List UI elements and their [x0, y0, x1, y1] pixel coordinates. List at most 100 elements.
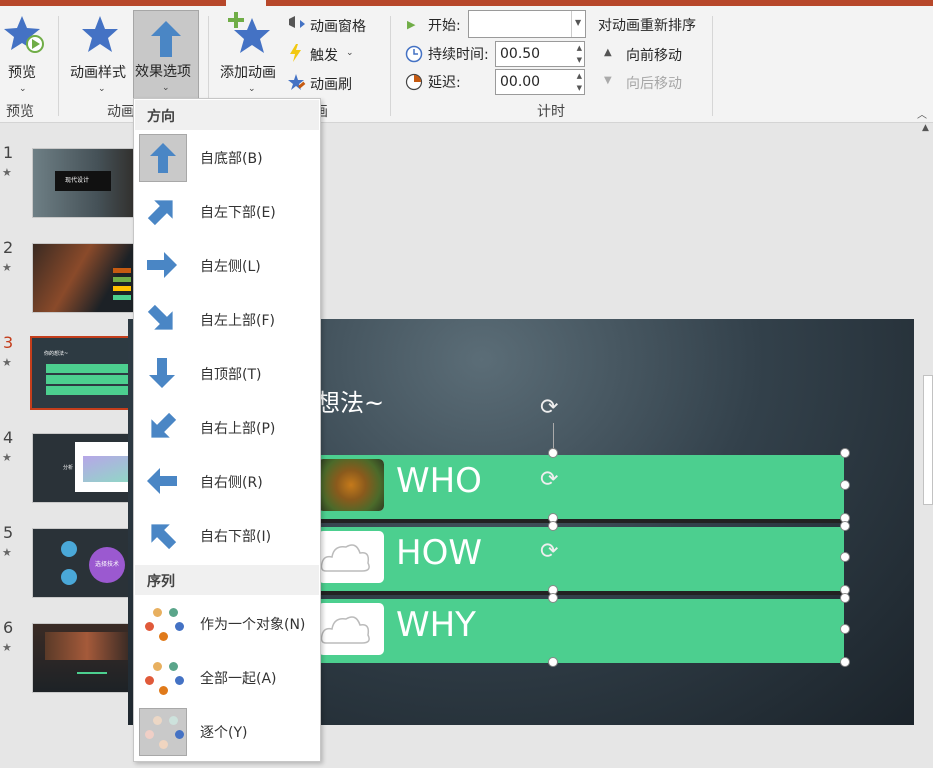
star-icon	[82, 16, 118, 52]
selection-handle[interactable]	[840, 480, 850, 490]
menu-item-from-top-right[interactable]: 自右上部(P)	[135, 401, 319, 455]
duration-spinner[interactable]: 00.50 ▲ ▼	[495, 41, 585, 67]
vertical-scrollbar[interactable]: ▲	[920, 123, 933, 768]
move-later-button[interactable]: ▼ 向后移动	[604, 72, 704, 94]
preview-button[interactable]: 预览 ⌄	[2, 12, 46, 94]
menu-item-one-by-one[interactable]: 逐个(Y)	[135, 705, 319, 759]
animation-star-icon: ★	[2, 166, 12, 179]
effect-options-button[interactable]: 效果选项 ⌄	[133, 10, 199, 100]
row-label: HOW	[396, 533, 482, 573]
spin-up-icon[interactable]: ▲	[577, 44, 582, 52]
chevron-down-icon: ⌄	[98, 84, 106, 94]
rotate-handle-icon[interactable]: ⟳	[540, 539, 558, 564]
reorder-title: 对动画重新排序	[598, 18, 696, 34]
dots-as-one-icon	[139, 600, 187, 648]
selection-handle[interactable]	[548, 521, 558, 531]
delay-spinner[interactable]: 00.00 ▲ ▼	[495, 69, 585, 95]
cloud-icon	[318, 603, 384, 655]
animation-pane-button[interactable]: 动画窗格	[286, 14, 384, 36]
scrollbar-thumb[interactable]	[923, 375, 933, 505]
menu-item-from-top-left[interactable]: 自左上部(F)	[135, 293, 319, 347]
slide-thumbnail-3[interactable]: 你的想法~	[30, 336, 142, 410]
menu-item-label: 自右侧(R)	[200, 475, 263, 491]
menu-item-label: 自右上部(P)	[200, 421, 276, 437]
selection-handle[interactable]	[840, 624, 850, 634]
row-label: WHO	[396, 461, 482, 501]
slide-number: 2	[3, 238, 14, 257]
arrow-down-right-icon	[139, 296, 187, 344]
selection-handle[interactable]	[548, 593, 558, 603]
duration-label: 持续时间:	[428, 47, 489, 63]
animation-painter-button[interactable]: 动画刷	[286, 72, 366, 94]
move-later-label: 向后移动	[626, 76, 682, 92]
start-label: 开始:	[428, 18, 461, 34]
selection-handle[interactable]	[548, 448, 558, 458]
row-who[interactable]: WHO	[314, 455, 844, 519]
menu-item-as-one-object[interactable]: 作为一个对象(N)	[135, 597, 319, 651]
animation-star-icon: ★	[2, 356, 12, 369]
star-play-icon	[4, 16, 44, 53]
collapse-ribbon-icon[interactable]: ︿	[917, 106, 927, 121]
dropdown-arrow-icon[interactable]: ▼	[571, 11, 586, 37]
spin-down-icon[interactable]: ▼	[577, 56, 582, 64]
menu-item-label: 自顶部(T)	[200, 367, 262, 383]
trigger-button[interactable]: 触发 ⌄	[286, 43, 366, 65]
animation-star-icon: ★	[2, 451, 12, 464]
selection-handle[interactable]	[840, 593, 850, 603]
add-animation-label: 添加动画	[220, 65, 276, 81]
start-select[interactable]: ▼	[468, 10, 586, 38]
animation-star-icon: ★	[2, 641, 12, 654]
slide-thumbnail-6[interactable]	[32, 623, 142, 693]
add-animation-button[interactable]: 添加动画 ⌄	[218, 12, 284, 98]
rotate-handle-icon[interactable]: ⟳	[540, 395, 558, 420]
move-earlier-button[interactable]: ▲ 向前移动	[604, 44, 704, 66]
cloud-icon	[318, 531, 384, 583]
rotate-handle-icon[interactable]: ⟳	[540, 467, 558, 492]
menu-item-label: 自左侧(L)	[200, 259, 261, 275]
row-how[interactable]: HOW	[314, 527, 844, 591]
trigger-label: 触发	[310, 48, 338, 64]
thumb-title: 分析	[63, 465, 74, 471]
move-earlier-label: 向前移动	[626, 48, 682, 64]
selection-handle[interactable]	[840, 521, 850, 531]
menu-item-label: 自右下部(I)	[200, 529, 272, 545]
slide-number: 6	[3, 618, 14, 637]
menu-item-from-right[interactable]: 自右侧(R)	[135, 455, 319, 509]
slide-thumbnail-4[interactable]: 分析	[32, 433, 142, 503]
selection-handle[interactable]	[840, 552, 850, 562]
row-why[interactable]: WHY	[314, 599, 844, 663]
menu-item-from-bottom-left[interactable]: 自左下部(E)	[135, 185, 319, 239]
slide-thumbnail-2[interactable]	[32, 243, 142, 313]
arrow-up-icon	[151, 21, 181, 57]
spin-up-icon[interactable]: ▲	[577, 72, 582, 80]
arrow-right-icon	[139, 242, 187, 290]
menu-item-from-left[interactable]: 自左侧(L)	[135, 239, 319, 293]
animation-star-icon: ★	[2, 546, 12, 559]
menu-item-all-at-once[interactable]: 全部一起(A)	[135, 651, 319, 705]
menu-item-from-bottom-right[interactable]: 自右下部(I)	[135, 509, 319, 563]
slide-number: 5	[3, 523, 14, 542]
chevron-down-icon: ⌄	[346, 48, 354, 58]
scroll-up-icon[interactable]: ▲	[922, 123, 929, 133]
menu-item-from-bottom[interactable]: 自底部(B)	[135, 131, 319, 185]
thumb-title: 选择技术	[95, 561, 120, 568]
selection-handle[interactable]	[840, 448, 850, 458]
slide-thumbnail-5[interactable]: 选择技术	[32, 528, 142, 598]
delay-clock-icon	[405, 73, 423, 91]
selection-handle[interactable]	[548, 657, 558, 667]
menu-item-label: 自左下部(E)	[200, 205, 276, 221]
menu-item-label: 自左上部(F)	[200, 313, 275, 329]
menu-item-from-top[interactable]: 自顶部(T)	[135, 347, 319, 401]
spin-down-icon[interactable]: ▼	[577, 84, 582, 92]
effect-options-label: 效果选项	[135, 64, 191, 80]
dots-all-at-once-icon	[139, 654, 187, 702]
animation-styles-button[interactable]: 动画样式 ⌄	[68, 12, 132, 98]
clock-icon	[405, 45, 423, 63]
animation-painter-label: 动画刷	[310, 77, 352, 93]
slide-thumbnail-1[interactable]: 现代设计	[32, 148, 142, 218]
triangle-down-icon: ▼	[604, 75, 612, 86]
delay-value: 00.00	[500, 74, 541, 90]
selection-handle[interactable]	[840, 657, 850, 667]
animation-brush-icon	[288, 74, 306, 90]
leaf-image	[318, 459, 384, 511]
